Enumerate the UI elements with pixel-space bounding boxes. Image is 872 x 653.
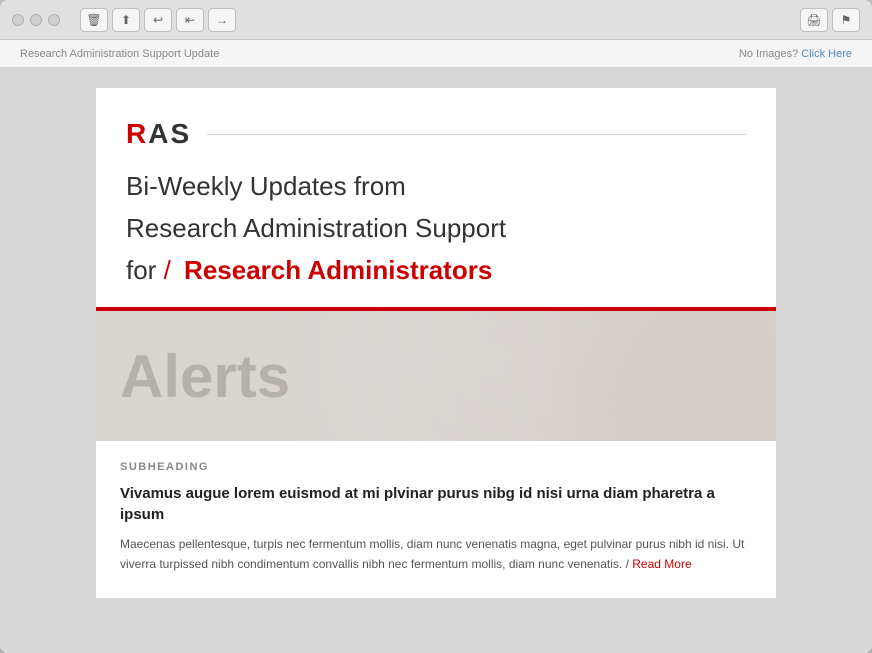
no-images-label: No Images?	[739, 48, 798, 60]
subheading-label: SUBHEADING	[120, 461, 752, 473]
toolbar-right: 🖨 ⚑	[800, 8, 860, 32]
app-window: 🗑 ⬆ ↩ ⇤ → 🖨 ⚑ Research Administration Su…	[0, 0, 872, 653]
logo-rest: AS	[148, 118, 191, 149]
close-button[interactable]	[12, 14, 24, 26]
trash-button[interactable]: 🗑	[80, 8, 108, 32]
email-title-line2: Research Administration Support	[126, 212, 746, 246]
email-content: SUBHEADING Vivamus augue lorem euismod a…	[96, 441, 776, 597]
article-body: Maecenas pellentesque, turpis nec fermen…	[120, 535, 752, 573]
alerts-banner: Alerts	[96, 311, 776, 441]
highlight-text: Research Administrators	[184, 255, 492, 285]
maximize-button[interactable]	[48, 14, 60, 26]
logo: RAS	[126, 118, 191, 150]
article-title: Vivamus augue lorem euismod at mi plvina…	[120, 483, 752, 525]
forward-button[interactable]: →	[208, 8, 236, 32]
logo-r: R	[126, 118, 148, 149]
share-button[interactable]: ⬆	[112, 8, 140, 32]
read-more-link[interactable]: Read More	[632, 557, 691, 571]
email-header: RAS Bi-Weekly Updates from Research Admi…	[96, 88, 776, 307]
back-all-button[interactable]: ⇤	[176, 8, 204, 32]
back-button[interactable]: ↩	[144, 8, 172, 32]
email-subject-label: Research Administration Support Update	[20, 48, 739, 60]
toolbar-left: 🗑 ⬆ ↩ ⇤ →	[80, 8, 236, 32]
print-button[interactable]: 🖨	[800, 8, 828, 32]
email-area: RAS Bi-Weekly Updates from Research Admi…	[0, 68, 872, 653]
email-title-line1: Bi-Weekly Updates from	[126, 170, 746, 204]
email-body: RAS Bi-Weekly Updates from Research Admi…	[96, 88, 776, 598]
infobar: Research Administration Support Update N…	[0, 40, 872, 68]
click-here-link[interactable]: Click Here	[801, 48, 852, 60]
logo-line: RAS	[126, 118, 746, 150]
flag-button[interactable]: ⚑	[832, 8, 860, 32]
alerts-title: Alerts	[96, 342, 290, 411]
titlebar: 🗑 ⬆ ↩ ⇤ → 🖨 ⚑	[0, 0, 872, 40]
minimize-button[interactable]	[30, 14, 42, 26]
no-images-text: No Images? Click Here	[739, 48, 852, 60]
for-prefix: for	[126, 255, 156, 285]
email-title-line3: for / Research Administrators	[126, 254, 746, 288]
slash-icon: /	[164, 255, 171, 285]
logo-divider	[207, 134, 746, 135]
traffic-lights	[12, 14, 60, 26]
